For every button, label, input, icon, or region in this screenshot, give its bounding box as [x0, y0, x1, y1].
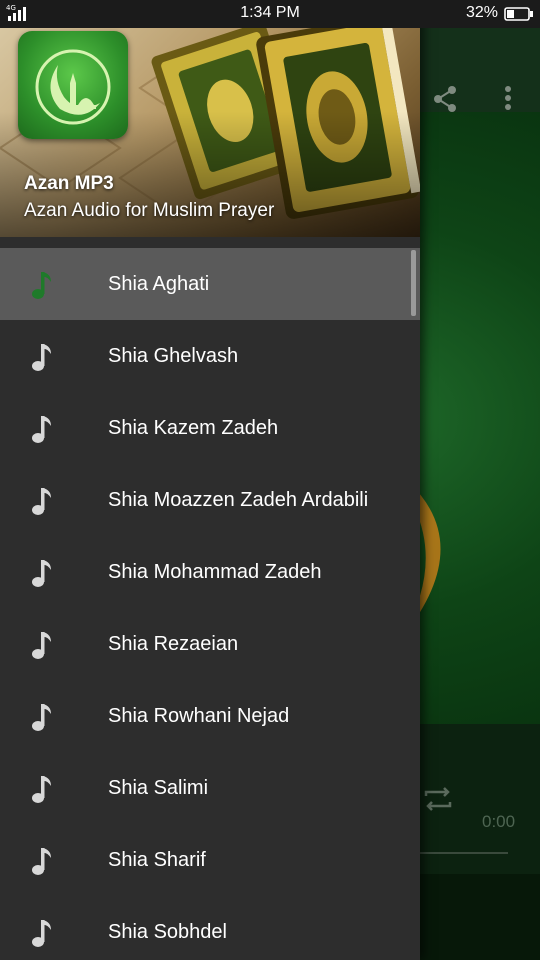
nav-item-label: Shia Aghati [108, 273, 210, 295]
nav-item-6[interactable]: Shia Rowhani Nejad [0, 680, 420, 752]
nav-item-0[interactable]: Shia Aghati [0, 248, 420, 320]
music-note-icon [32, 488, 51, 515]
drawer-scrollbar[interactable] [411, 250, 416, 316]
navigation-drawer: Azan MP3 Azan Audio for Muslim Prayer Sh… [0, 0, 420, 960]
nav-item-label: Shia Sobhdel [108, 921, 227, 943]
battery-percent: 32% [466, 4, 499, 21]
music-note-icon [32, 920, 51, 947]
nav-item-label: Shia Salimi [108, 777, 209, 799]
music-note-icon [32, 416, 51, 443]
nav-item-7[interactable]: Shia Salimi [0, 752, 420, 824]
music-note-icon [32, 632, 51, 659]
music-note-icon [32, 344, 51, 371]
repeat-icon[interactable] [420, 784, 456, 814]
nav-item-label: Shia Sharif [108, 849, 206, 871]
player-seekbar[interactable] [420, 852, 508, 854]
nav-item-1[interactable]: Shia Ghelvash [0, 320, 420, 392]
music-note-icon [32, 704, 51, 731]
nav-item-label: Shia Moazzen Zadeh Ardabili [108, 489, 369, 511]
music-note-icon [32, 272, 51, 299]
status-time: 1:34 PM [240, 4, 300, 21]
nav-item-label: Shia Rowhani Nejad [108, 705, 290, 727]
music-note-icon [32, 560, 51, 587]
nav-item-5[interactable]: Shia Rezaeian [0, 608, 420, 680]
nav-item-label: Shia Kazem Zadeh [108, 417, 279, 439]
nav-item-4[interactable]: Shia Mohammad Zadeh [0, 536, 420, 608]
nav-item-label: Shia Rezaeian [108, 633, 239, 655]
nav-item-label: Shia Ghelvash [108, 345, 239, 367]
nav-item-8[interactable]: Shia Sharif [0, 824, 420, 896]
azan-list: Shia Aghati Shia Ghelvash Shia Kazem Zad… [0, 248, 420, 960]
player-elapsed-time: 0:00 [482, 812, 516, 831]
app-logo [18, 31, 128, 139]
mosque-crescent-icon [35, 49, 111, 125]
app-title: Azan MP3 [24, 173, 114, 194]
more-vert-icon[interactable] [496, 84, 520, 114]
battery-icon [504, 7, 533, 21]
music-note-icon [32, 776, 51, 803]
nav-item-label: Shia Mohammad Zadeh [108, 561, 322, 583]
nav-item-3[interactable]: Shia Moazzen Zadeh Ardabili [0, 464, 420, 536]
nav-item-9[interactable]: Shia Sobhdel [0, 896, 420, 960]
share-icon[interactable] [430, 84, 460, 114]
drawer-header: Azan MP3 Azan Audio for Muslim Prayer [0, 28, 420, 237]
app-subtitle: Azan Audio for Muslim Prayer [24, 200, 275, 221]
music-note-icon [32, 848, 51, 875]
status-bar: 4G 1:34 PM 32% [0, 0, 540, 28]
nav-item-2[interactable]: Shia Kazem Zadeh [0, 392, 420, 464]
